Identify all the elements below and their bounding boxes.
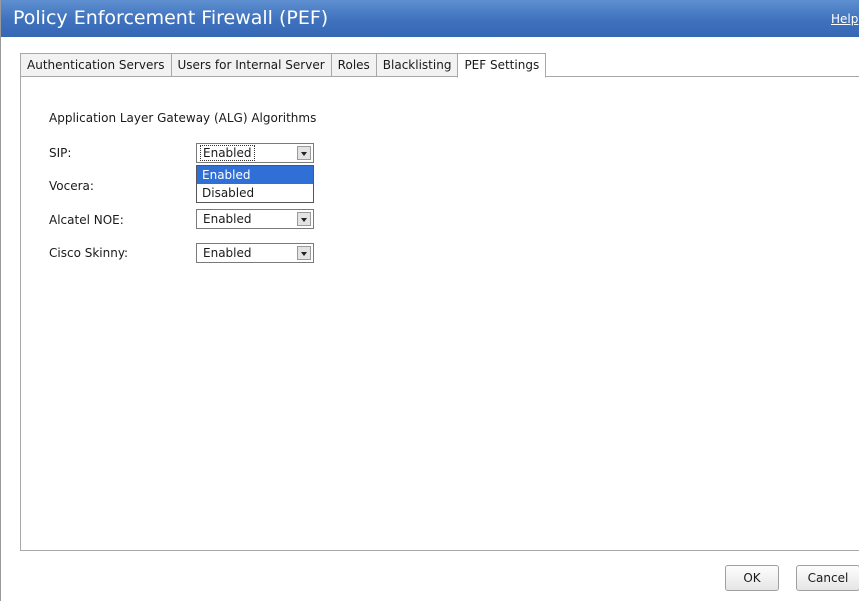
tab-roles[interactable]: Roles	[330, 53, 376, 77]
vocera-label: Vocera:	[49, 179, 94, 193]
dropdown-option-disabled[interactable]: Disabled	[197, 184, 313, 202]
alcatel-noe-select[interactable]: Enabled	[196, 209, 314, 229]
pef-dialog: Policy Enforcement Firewall (PEF) Help A…	[0, 0, 859, 601]
cisco-skinny-select-value: Enabled	[203, 246, 252, 260]
alcatel-noe-label: Alcatel NOE:	[49, 213, 124, 227]
sip-select[interactable]: Enabled	[196, 143, 314, 163]
sip-label: SIP:	[49, 146, 72, 160]
tab-blacklisting[interactable]: Blacklisting	[375, 53, 458, 77]
section-heading: Application Layer Gateway (ALG) Algorith…	[49, 111, 317, 125]
cancel-button[interactable]: Cancel	[796, 565, 859, 591]
dropdown-option-enabled[interactable]: Enabled	[197, 166, 313, 184]
cisco-skinny-select[interactable]: Enabled	[196, 243, 314, 263]
tab-pef-settings[interactable]: PEF Settings	[457, 53, 547, 78]
window-title: Policy Enforcement Firewall (PEF)	[13, 7, 329, 29]
tab-bar: Authentication Servers Users for Interna…	[20, 53, 547, 78]
chevron-down-icon[interactable]	[297, 246, 311, 260]
sip-select-value: Enabled	[200, 145, 255, 161]
tab-users-for-internal-server[interactable]: Users for Internal Server	[170, 53, 331, 77]
pef-settings-panel	[20, 76, 859, 551]
title-bar: Policy Enforcement Firewall (PEF) Help	[1, 0, 859, 37]
alcatel-noe-select-value: Enabled	[203, 212, 252, 226]
ok-button[interactable]: OK	[725, 565, 779, 591]
cisco-skinny-label: Cisco Skinny:	[49, 246, 129, 260]
sip-dropdown-list: Enabled Disabled	[196, 165, 314, 203]
tab-authentication-servers[interactable]: Authentication Servers	[20, 53, 171, 77]
help-link[interactable]: Help	[831, 12, 858, 26]
chevron-down-icon[interactable]	[297, 212, 311, 226]
chevron-down-icon[interactable]	[297, 146, 311, 160]
